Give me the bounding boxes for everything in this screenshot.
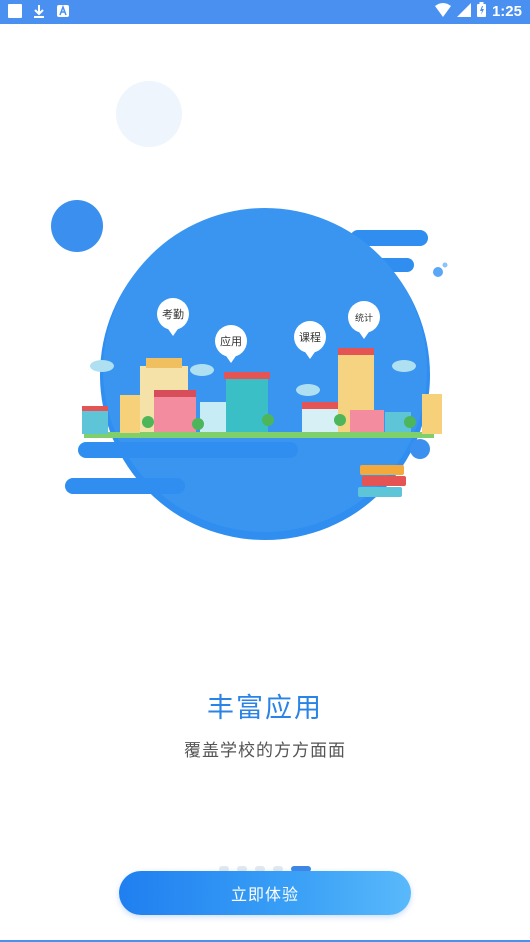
streak-left-2 <box>65 478 185 494</box>
tree <box>334 414 346 426</box>
building-9 <box>350 410 384 432</box>
status-bar: 1:25 <box>0 0 530 24</box>
tree <box>192 418 204 430</box>
signal-icon <box>456 2 471 21</box>
bubble-attendance-label: 考勤 <box>162 308 184 321</box>
building-6 <box>226 378 268 432</box>
page-subtitle: 覆盖学校的方方面面 <box>184 741 346 761</box>
cloud-left <box>90 360 114 372</box>
cloud-right <box>392 360 416 372</box>
page-title: 丰富应用 <box>207 693 323 724</box>
tree <box>404 416 416 428</box>
building-4 <box>154 396 196 432</box>
streak-left-1 <box>78 442 298 458</box>
building-11 <box>422 394 442 434</box>
books-3 <box>358 487 402 497</box>
deco-circle-tiny-right <box>442 262 448 268</box>
deco-circle-left <box>51 200 103 252</box>
tree <box>142 416 154 428</box>
notification-square-icon <box>8 4 22 18</box>
building-7-roof <box>302 402 338 409</box>
bubble-courses-label: 课程 <box>299 331 321 344</box>
building-1 <box>82 410 108 434</box>
building-1-roof <box>82 406 108 411</box>
building-7 <box>302 408 338 432</box>
deco-circle-top <box>116 81 182 147</box>
building-4-roof <box>154 390 196 397</box>
city-illustration: 考勤 应用 课程 统计 <box>51 81 448 540</box>
a-icon <box>56 4 70 18</box>
deco-circle-mid-right <box>410 439 430 459</box>
building-8-roof <box>338 348 374 355</box>
try-now-button[interactable]: 立即体验 <box>119 871 411 915</box>
tree <box>262 414 274 426</box>
bubble-apps-label: 应用 <box>220 334 242 348</box>
building-6-top <box>224 372 270 379</box>
building-3-top <box>146 358 182 368</box>
bubble-stats-label: 统计 <box>355 312 373 324</box>
download-icon <box>32 4 46 18</box>
status-bar-right: 1:25 <box>434 2 522 21</box>
books-1 <box>360 465 404 475</box>
cloud-center <box>296 384 320 396</box>
cloud-mid <box>190 364 214 376</box>
status-bar-left <box>8 4 70 18</box>
status-time: 1:25 <box>491 3 522 20</box>
wifi-icon <box>434 2 451 21</box>
books-2 <box>362 476 406 486</box>
deco-circle-small-right <box>433 267 443 277</box>
building-2 <box>120 395 140 433</box>
battery-icon <box>476 2 486 21</box>
